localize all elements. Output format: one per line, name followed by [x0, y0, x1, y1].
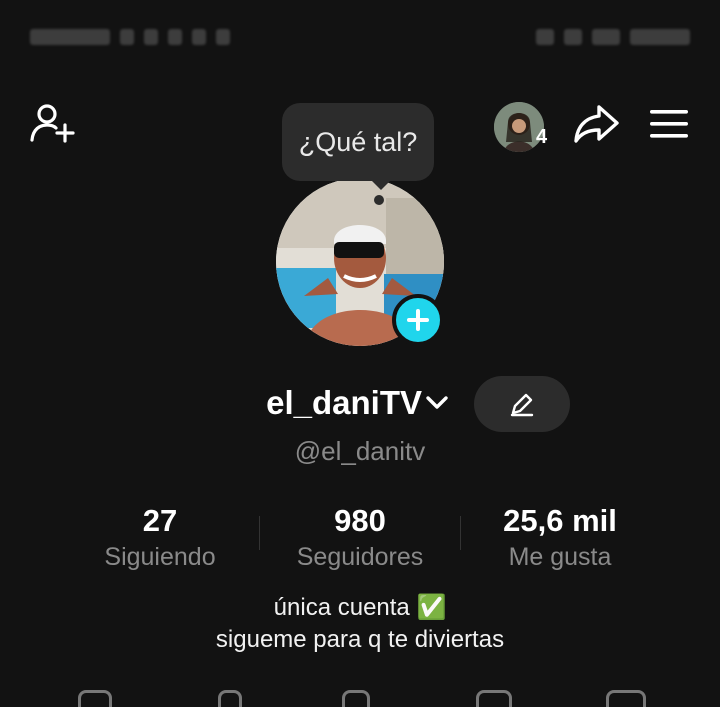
menu-button[interactable] [644, 100, 694, 148]
bubble-tail [369, 178, 393, 190]
status-bubble-text: ¿Qué tal? [298, 126, 418, 157]
profile-stats: 27 Siguiendo 980 Seguidores 25,6 mil Me … [60, 502, 660, 582]
status-bubble[interactable]: ¿Qué tal? [282, 103, 434, 181]
content-tabs [0, 684, 720, 707]
liked-tab-icon[interactable] [606, 690, 646, 707]
stat-likes[interactable]: 25,6 mil Me gusta [460, 502, 660, 582]
stat-divider [259, 516, 260, 550]
stat-divider [460, 516, 461, 550]
bio-line: única cuenta ✅ [273, 594, 447, 621]
add-friend-button[interactable] [26, 98, 78, 150]
chevron-down-icon[interactable] [424, 394, 450, 412]
display-name[interactable]: el_daniTV [266, 384, 422, 422]
stat-label: Siguiendo [104, 543, 216, 571]
plus-icon [407, 309, 429, 331]
private-tab-icon[interactable] [218, 690, 242, 707]
name-row: el_daniTV [0, 376, 720, 434]
menu-icon [650, 110, 688, 138]
videos-tab-icon[interactable] [78, 690, 112, 707]
add-story-button[interactable] [392, 294, 444, 346]
add-friend-icon [30, 104, 75, 143]
stat-value: 27 [142, 503, 178, 538]
stat-label: Seguidores [296, 543, 424, 571]
edit-profile-button[interactable] [474, 376, 570, 432]
stat-value: 25,6 mil [503, 503, 617, 538]
profile-handle: @el_danitv [294, 436, 426, 466]
stat-label: Me gusta [508, 543, 612, 571]
edit-pencil-icon [510, 393, 534, 417]
stat-followers[interactable]: 980 Seguidores [260, 502, 460, 582]
saved-tab-icon[interactable] [476, 690, 512, 707]
friends-count: 4 [536, 126, 548, 148]
status-bar [30, 20, 690, 54]
bio-line: sigueme para q te diviertas [215, 626, 505, 653]
bubble-dot [374, 195, 384, 205]
stat-following[interactable]: 27 Siguiendo [60, 502, 260, 582]
profile-bio: única cuenta ✅ sigueme para q te diviert… [0, 592, 720, 656]
share-icon [574, 105, 619, 143]
reposts-tab-icon[interactable] [342, 690, 370, 707]
stat-value: 980 [334, 503, 386, 538]
share-button[interactable] [568, 98, 624, 150]
